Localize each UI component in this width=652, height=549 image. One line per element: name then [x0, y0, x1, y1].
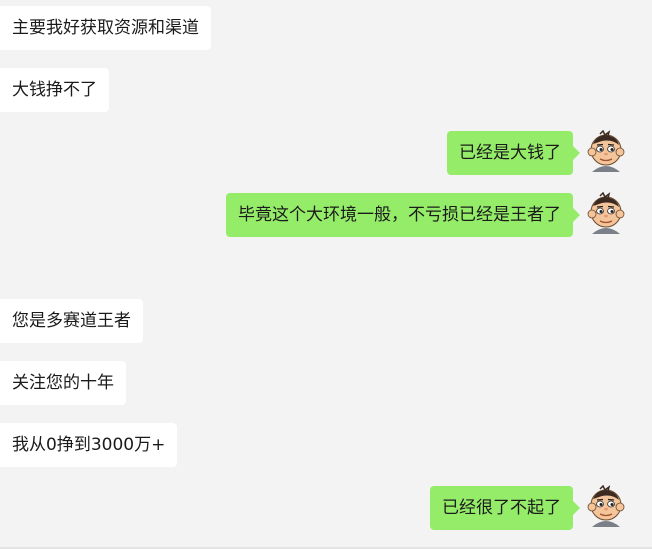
incoming-message-bubble[interactable]: 关注您的十年 — [0, 361, 126, 405]
incoming-message-bubble[interactable]: 您是多赛道王者 — [0, 299, 143, 343]
chat-window: 主要我好获取资源和渠道 大钱挣不了 已经是大钱了 毕竟这个大环境一般，不亏损已经… — [0, 0, 652, 549]
outgoing-message-bubble[interactable]: 毕竟这个大环境一般，不亏损已经是王者了 — [226, 193, 580, 237]
cartoon-boy-avatar-icon[interactable] — [584, 192, 628, 236]
outgoing-message-bubble[interactable]: 已经很了不起了 — [430, 486, 580, 530]
cartoon-boy-avatar-icon[interactable] — [584, 130, 628, 174]
incoming-message-bubble[interactable]: 大钱挣不了 — [0, 68, 109, 112]
cartoon-boy-avatar-icon[interactable] — [584, 485, 628, 529]
incoming-message-bubble[interactable]: 主要我好获取资源和渠道 — [0, 6, 211, 50]
incoming-message-bubble[interactable]: 我从0挣到3000万+ — [0, 423, 178, 467]
outgoing-message-bubble[interactable]: 已经是大钱了 — [447, 131, 580, 175]
